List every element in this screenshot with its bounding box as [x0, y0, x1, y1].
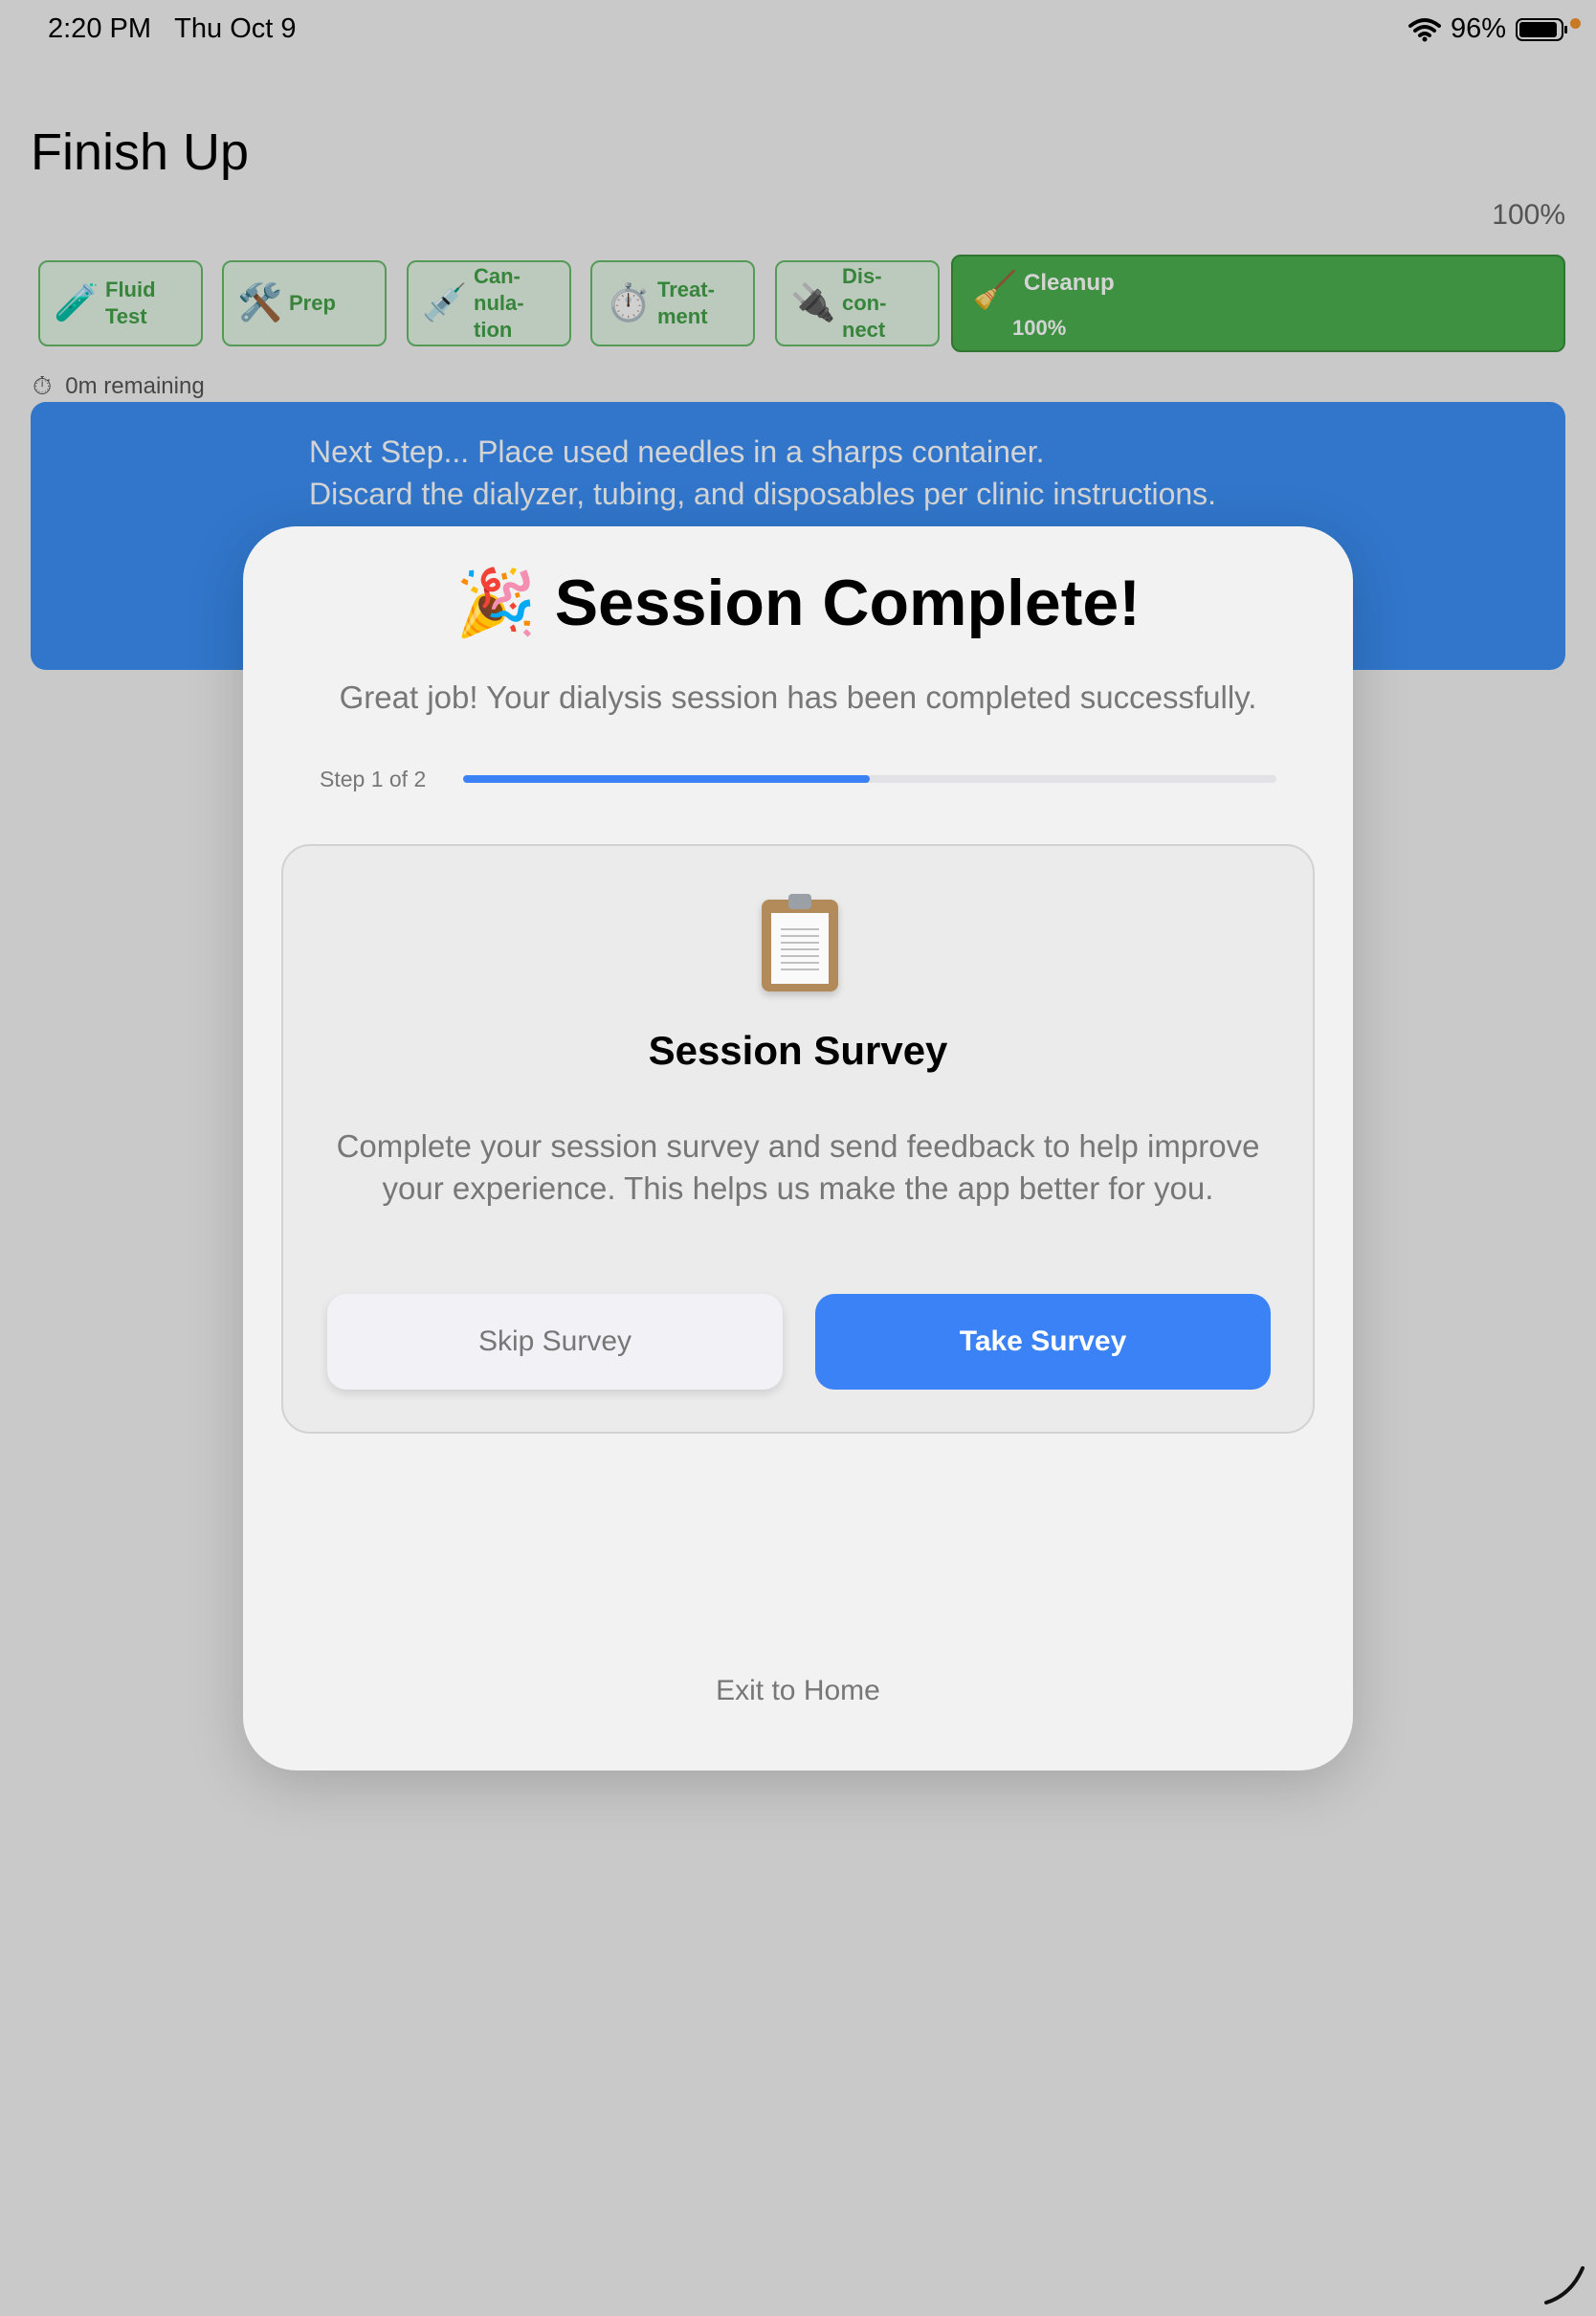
wizard-progress: Step 1 of 2 [320, 760, 1276, 798]
clipboard-icon [762, 894, 838, 991]
scribble-handle-icon[interactable] [1542, 2262, 1586, 2306]
take-survey-button[interactable]: Take Survey [815, 1294, 1271, 1390]
modal-title: 🎉 Session Complete! [455, 567, 1141, 639]
survey-description: Complete your session survey and send fe… [336, 1128, 1260, 1206]
skip-survey-button[interactable]: Skip Survey [327, 1294, 783, 1390]
exit-to-home-link[interactable]: Exit to Home [243, 1675, 1353, 1707]
survey-title: Session Survey [648, 1028, 948, 1073]
progress-fill [463, 775, 870, 783]
progress-track [463, 775, 1276, 783]
modal-subtitle: Great job! Your dialysis session has bee… [339, 679, 1257, 715]
session-complete-modal: 🎉 Session Complete! Great job! Your dial… [243, 526, 1353, 1770]
survey-card: Session Survey Complete your session sur… [281, 844, 1315, 1434]
step-counter: Step 1 of 2 [320, 766, 427, 791]
